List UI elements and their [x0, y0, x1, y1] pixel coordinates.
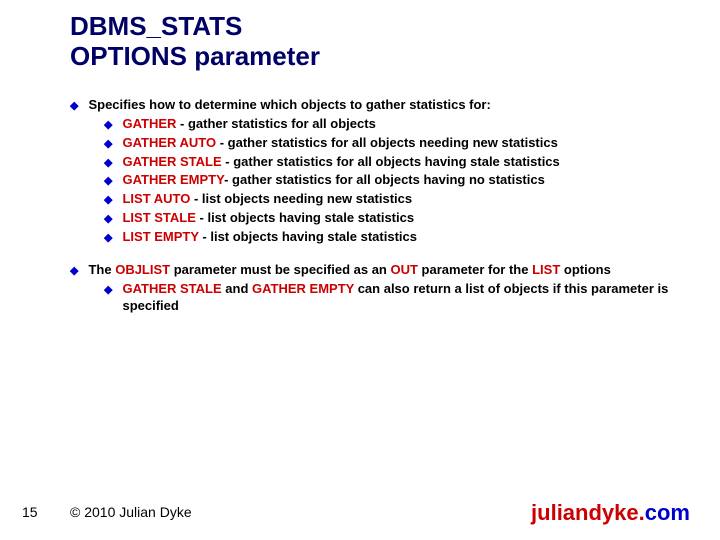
- bullet-1: ◆ Specifies how to determine which objec…: [70, 96, 690, 114]
- bullet-2: ◆ The OBJLIST parameter must be specifie…: [70, 261, 690, 279]
- bullet-1a: ◆ GATHER - gather statistics for all obj…: [104, 115, 690, 133]
- bullet-1g: ◆ LIST EMPTY - list objects having stale…: [104, 228, 690, 246]
- diamond-bullet-icon: ◆: [104, 137, 112, 152]
- keyword: LIST STALE: [122, 210, 195, 225]
- bullet-1e: ◆ LIST AUTO - list objects needing new s…: [104, 190, 690, 208]
- title-line-2: OPTIONS parameter: [70, 42, 320, 72]
- diamond-bullet-icon: ◆: [70, 99, 78, 114]
- bullet-1c-text: GATHER STALE - gather statistics for all…: [122, 153, 559, 171]
- bullet-1-text: Specifies how to determine which objects…: [88, 96, 490, 114]
- bullet-1e-text: LIST AUTO - list objects needing new sta…: [122, 190, 412, 208]
- slide-content: ◆ Specifies how to determine which objec…: [70, 96, 690, 316]
- diamond-bullet-icon: ◆: [104, 118, 112, 133]
- bullet-2a-text: GATHER STALE and GATHER EMPTY can also r…: [122, 280, 690, 315]
- bullet-1g-text: LIST EMPTY - list objects having stale s…: [122, 228, 417, 246]
- keyword: LIST: [532, 262, 560, 277]
- diamond-bullet-icon: ◆: [104, 231, 112, 246]
- bullet-1a-text: GATHER - gather statistics for all objec…: [122, 115, 375, 133]
- keyword: LIST AUTO: [122, 191, 190, 206]
- site-right: com: [645, 500, 690, 525]
- diamond-bullet-icon: ◆: [104, 283, 112, 298]
- keyword: LIST EMPTY: [122, 229, 198, 244]
- keyword: GATHER EMPTY: [122, 172, 224, 187]
- bullet-1c: ◆ GATHER STALE - gather statistics for a…: [104, 153, 690, 171]
- bullet-2-text: The OBJLIST parameter must be specified …: [88, 261, 610, 279]
- slide-title: DBMS_STATS OPTIONS parameter: [70, 12, 320, 72]
- copyright: © 2010 Julian Dyke: [70, 504, 192, 520]
- keyword: OBJLIST: [115, 262, 170, 277]
- keyword: GATHER: [122, 116, 176, 131]
- site-left: juliandyke.: [531, 500, 645, 525]
- bullet-1f: ◆ LIST STALE - list objects having stale…: [104, 209, 690, 227]
- slide: DBMS_STATS OPTIONS parameter ◆ Specifies…: [0, 0, 720, 540]
- site-url: juliandyke.com: [531, 500, 690, 526]
- diamond-bullet-icon: ◆: [104, 174, 112, 189]
- diamond-bullet-icon: ◆: [104, 156, 112, 171]
- keyword: GATHER AUTO: [122, 135, 216, 150]
- bullet-2a: ◆ GATHER STALE and GATHER EMPTY can also…: [104, 280, 690, 315]
- bullet-1d-text: GATHER EMPTY- gather statistics for all …: [122, 171, 544, 189]
- diamond-bullet-icon: ◆: [104, 212, 112, 227]
- title-line-1: DBMS_STATS: [70, 12, 320, 42]
- keyword: OUT: [390, 262, 417, 277]
- diamond-bullet-icon: ◆: [70, 264, 78, 279]
- keyword: GATHER EMPTY: [252, 281, 354, 296]
- diamond-bullet-icon: ◆: [104, 193, 112, 208]
- bullet-1b: ◆ GATHER AUTO - gather statistics for al…: [104, 134, 690, 152]
- bullet-1b-text: GATHER AUTO - gather statistics for all …: [122, 134, 557, 152]
- keyword: GATHER STALE: [122, 281, 221, 296]
- bullet-1d: ◆ GATHER EMPTY- gather statistics for al…: [104, 171, 690, 189]
- page-number: 15: [22, 504, 38, 520]
- bullet-1f-text: LIST STALE - list objects having stale s…: [122, 209, 414, 227]
- keyword: GATHER STALE: [122, 154, 221, 169]
